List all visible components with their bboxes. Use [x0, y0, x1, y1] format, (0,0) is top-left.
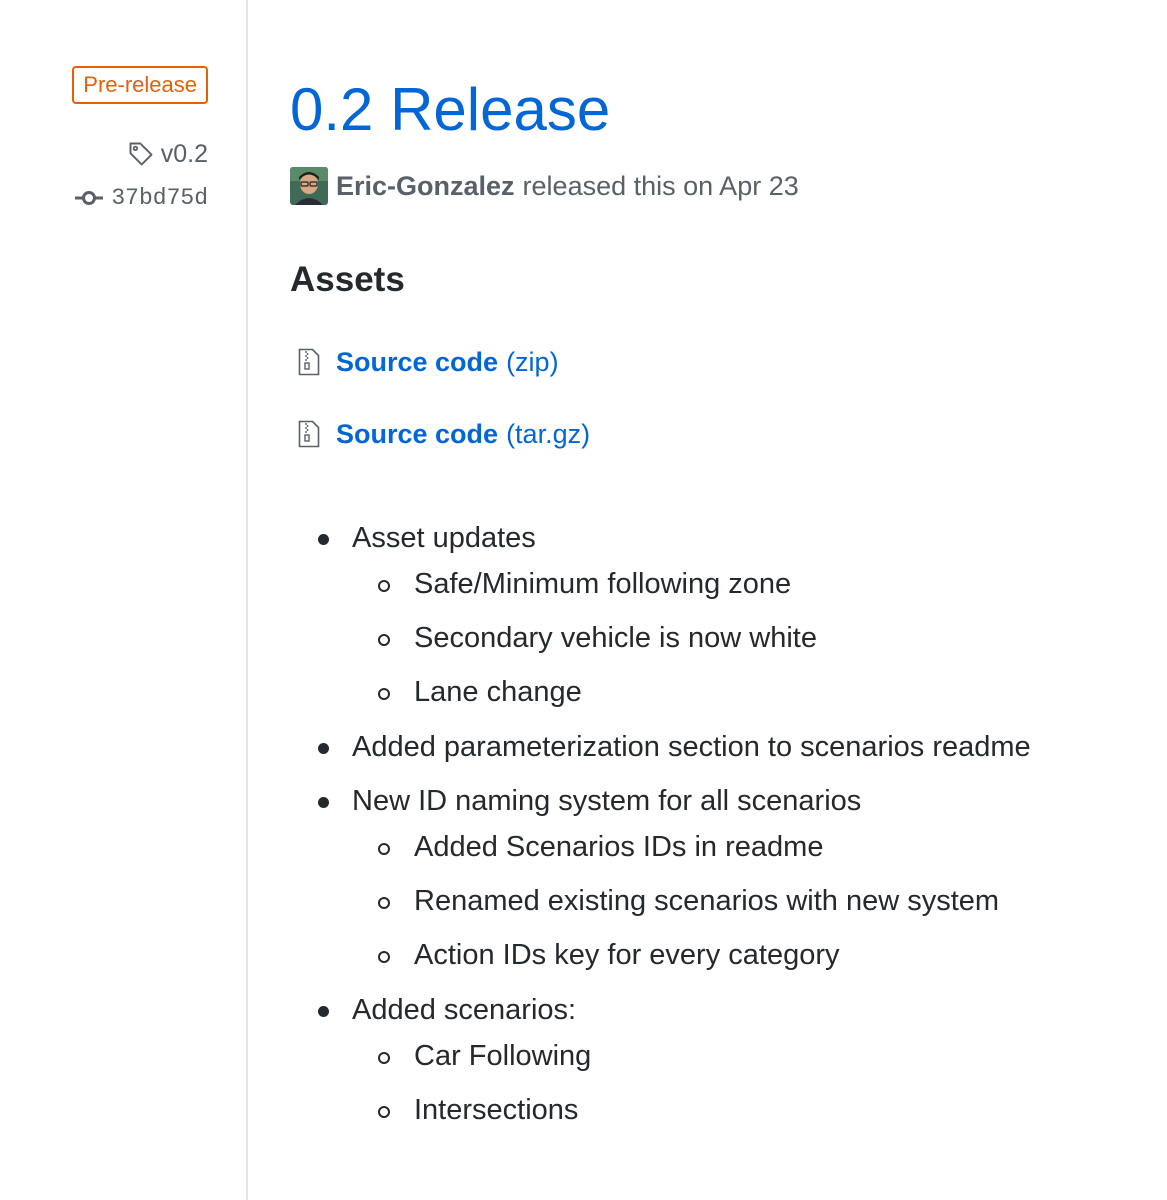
assets-heading: Assets: [290, 260, 405, 299]
release-page: Pre-release v0.2 37bd75d 0.2 Release Eri…: [0, 0, 1167, 1200]
author-avatar[interactable]: [290, 167, 328, 205]
bullet-circle: [378, 580, 390, 592]
bullet-circle: [378, 688, 390, 700]
list-item: New ID naming system for all scenarios: [352, 784, 862, 817]
list-item: Safe/Minimum following zone: [414, 567, 792, 600]
list-item: Asset updates: [352, 521, 536, 554]
commit-sha: 37bd75d: [111, 185, 208, 211]
asset-name: Source code: [336, 346, 499, 377]
released-text: released this on Apr 23: [522, 170, 799, 201]
list-item: Secondary vehicle is now white: [414, 621, 817, 654]
bullet-circle: [378, 1106, 390, 1118]
bullet-disc: [318, 743, 329, 754]
bullet-circle: [378, 843, 390, 855]
list-item: Renamed existing scenarios with new syst…: [414, 884, 1000, 917]
bullet-circle: [378, 634, 390, 646]
list-item: Car Following: [414, 1039, 592, 1072]
list-item: Action IDs key for every category: [414, 938, 840, 971]
file-zip-icon: [298, 420, 320, 448]
bullet-circle: [378, 897, 390, 909]
bullet-disc: [318, 1006, 329, 1017]
asset-source-targz[interactable]: Source code (tar.gz): [298, 414, 590, 454]
bullet-circle: [378, 951, 390, 963]
tag-link[interactable]: v0.2: [127, 138, 208, 170]
list-item: Intersections: [414, 1093, 579, 1126]
commit-icon: [75, 191, 104, 205]
bullet-circle: [378, 1052, 390, 1064]
list-item: Lane change: [414, 675, 582, 708]
tag-name: v0.2: [160, 139, 208, 168]
release-byline: Eric-Gonzalez released this on Apr 23: [290, 166, 799, 206]
bullet-disc: [318, 534, 329, 545]
list-item: Added scenarios:: [352, 993, 577, 1026]
asset-name: Source code: [336, 418, 499, 449]
asset-source-zip[interactable]: Source code (zip): [298, 342, 559, 382]
file-zip-icon: [298, 348, 320, 376]
author-link[interactable]: Eric-Gonzalez: [336, 171, 515, 202]
asset-ext: (zip): [506, 346, 559, 377]
bullet-disc: [318, 797, 329, 808]
tag-icon: [129, 142, 153, 166]
asset-ext: (tar.gz): [506, 418, 591, 449]
commit-link[interactable]: 37bd75d: [75, 182, 208, 214]
list-item: Added Scenarios IDs in readme: [414, 830, 824, 863]
prerelease-badge: Pre-release: [72, 66, 208, 104]
release-sidebar: Pre-release v0.2 37bd75d: [0, 0, 248, 1200]
release-title[interactable]: 0.2 Release: [290, 74, 610, 146]
list-item: Added parameterization section to scenar…: [352, 730, 1031, 763]
